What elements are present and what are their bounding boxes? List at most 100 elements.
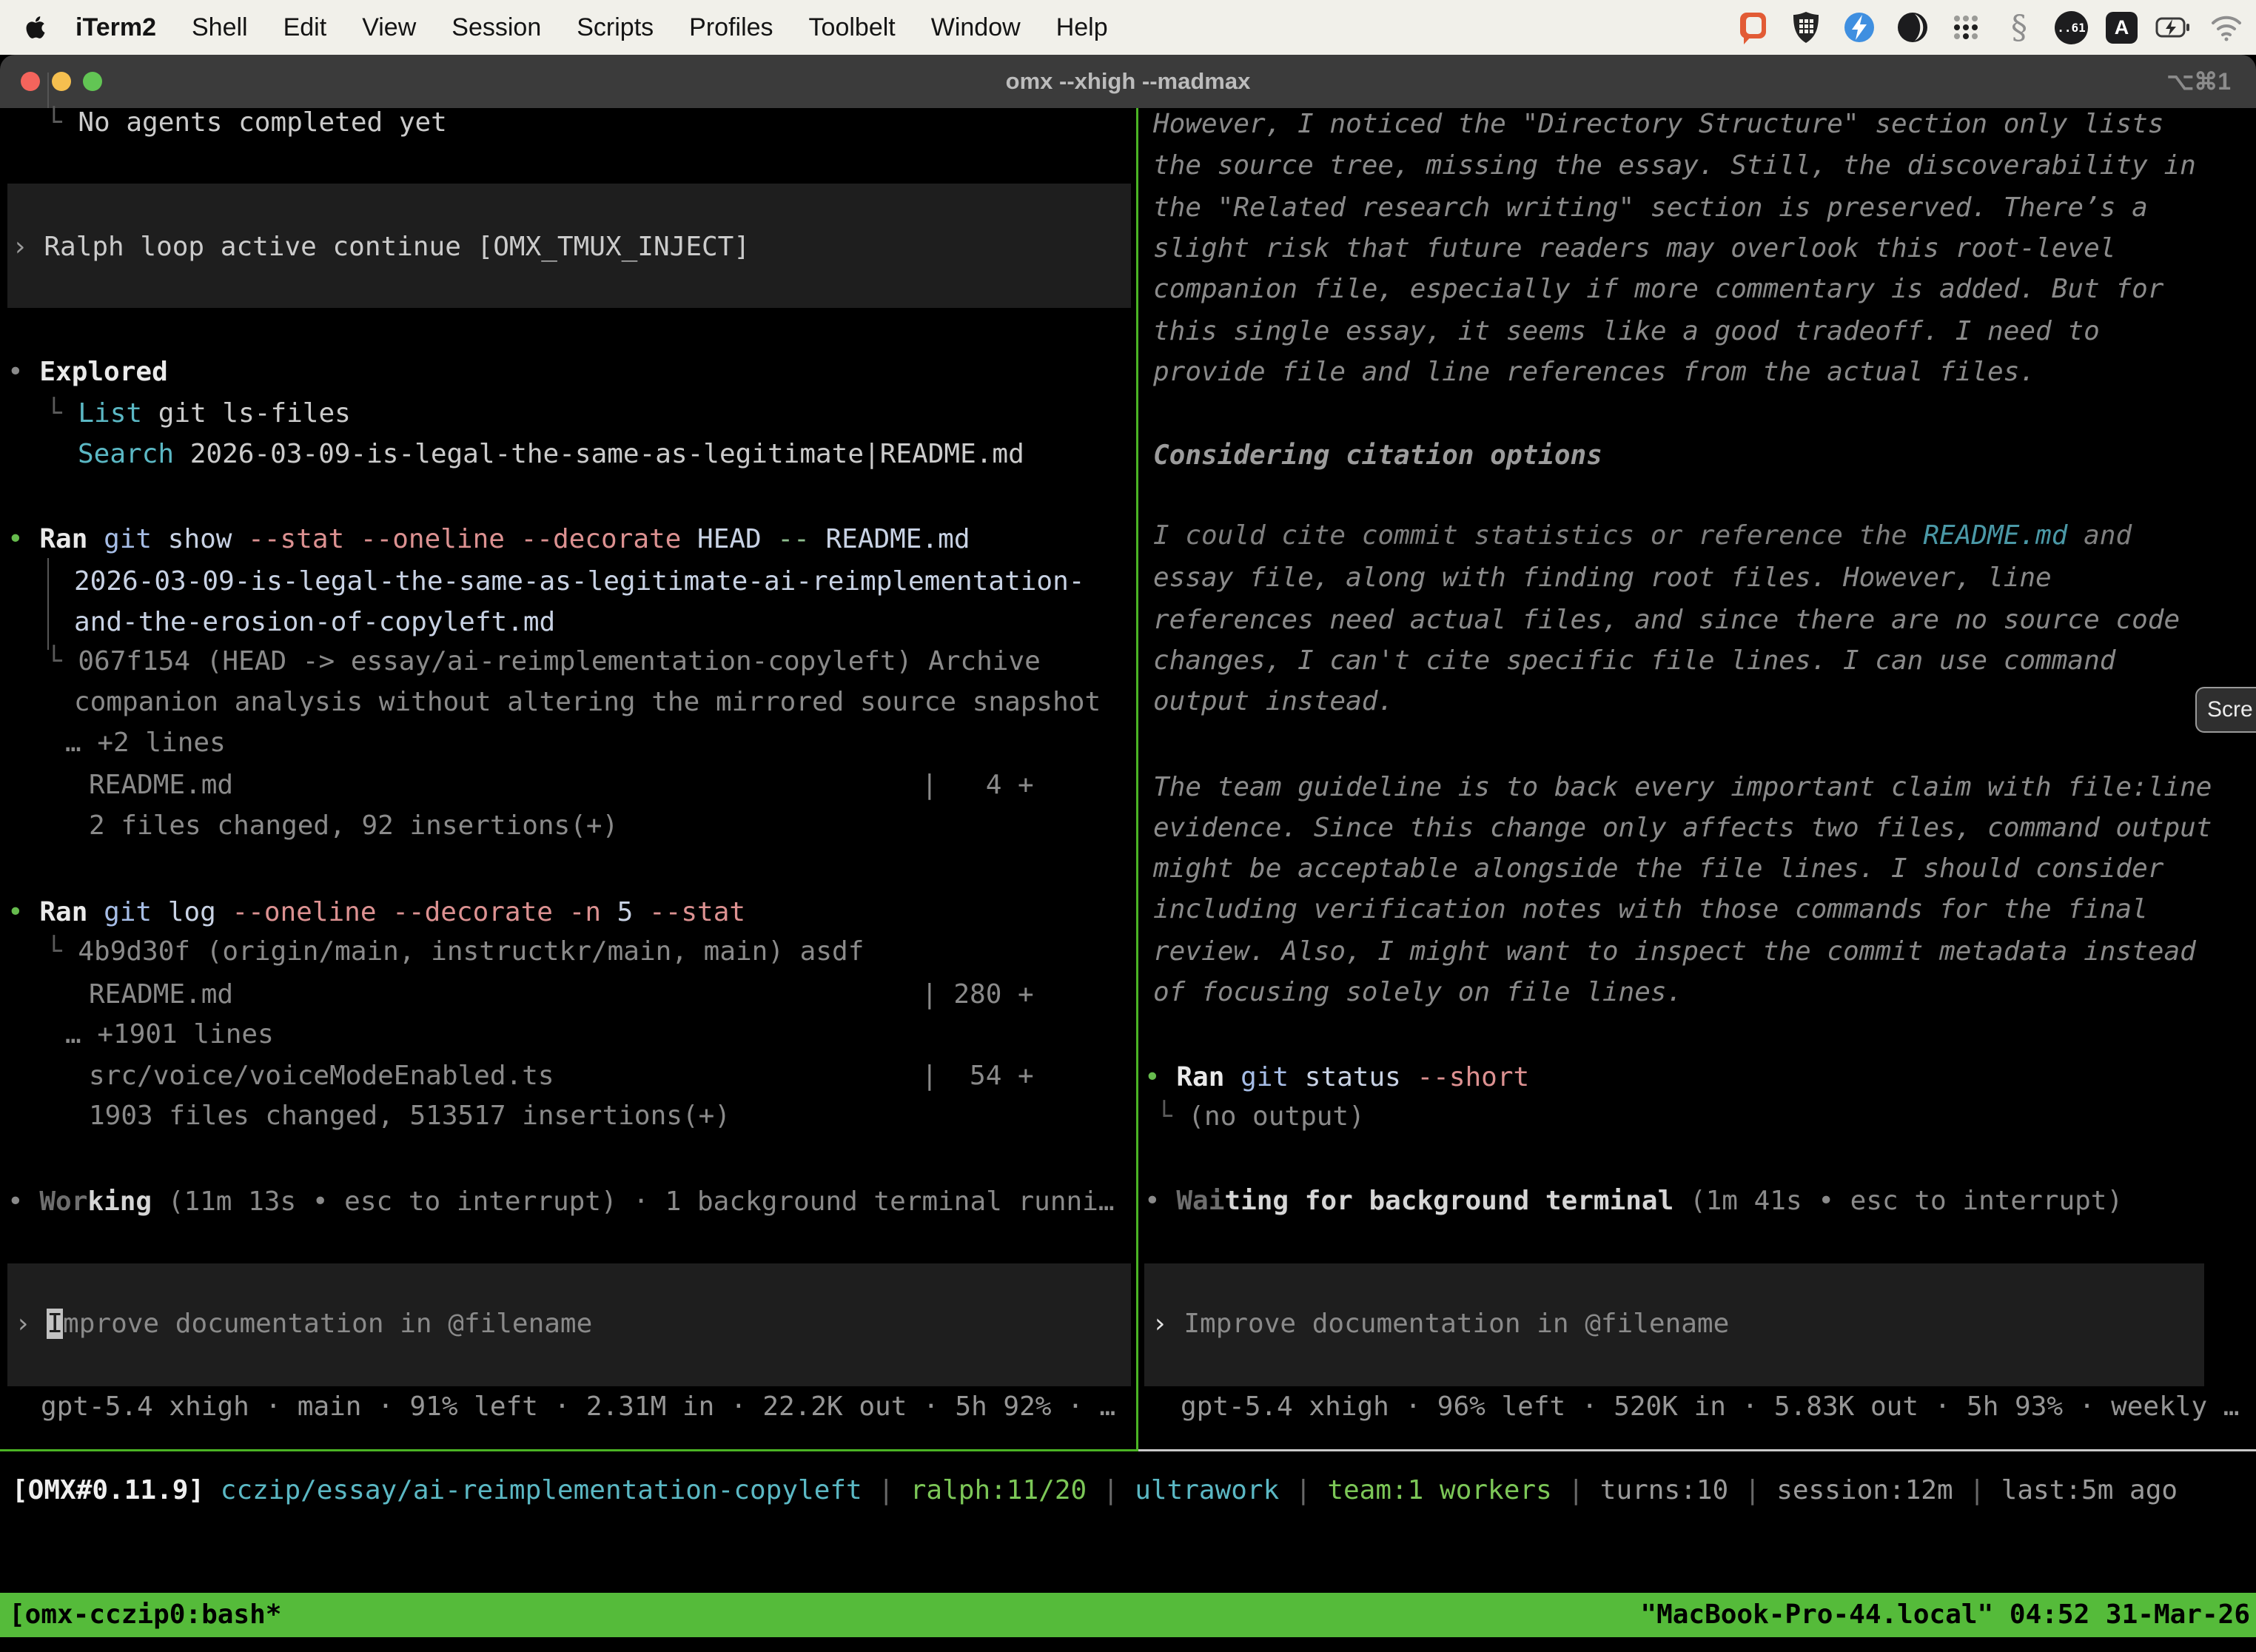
screen-overlay-tab[interactable]: Scre <box>2195 687 2256 733</box>
token: └ <box>46 936 78 967</box>
token: log <box>168 897 232 927</box>
window-title: omx --xhigh --madmax <box>0 55 2256 108</box>
token: | <box>862 1475 910 1505</box>
diffstat-count: | 54 + <box>921 1055 1034 1097</box>
menu-item-window[interactable]: Window <box>913 13 1038 42</box>
battery-icon[interactable] <box>2155 10 2191 45</box>
tmux-session-label[interactable]: [omx-cczip0:bash* <box>9 1593 281 1637</box>
thinking-paragraph-line: essay file, along with finding root file… <box>1153 557 2052 599</box>
token: -n <box>569 897 617 927</box>
thinking-paragraph-line: slight risk that future readers may over… <box>1153 227 2115 269</box>
pane-divider[interactable] <box>1136 108 1138 1451</box>
token: turns:10 <box>1600 1475 1728 1505</box>
token: (1m 41s • esc to interrupt) <box>1673 1186 2123 1216</box>
crescent-app-icon[interactable] <box>1895 10 1930 45</box>
token: • <box>7 897 39 927</box>
omx-session-status-line: [OMX#0.11.9] cczip/essay/ai-reimplementa… <box>12 1469 2178 1511</box>
menu-item-shell[interactable]: Shell <box>174 13 266 42</box>
token: › <box>15 1309 47 1339</box>
token: Explored <box>39 357 167 387</box>
token: session:12m <box>1776 1475 1953 1505</box>
thinking-paragraph-line: the source tree, missing the essay. Stil… <box>1153 144 2196 187</box>
tmux-host-clock-label: "MacBook-Pro-44.local" 04:52 31-Mar-26 <box>1640 1593 2250 1637</box>
token: --stat <box>649 897 745 927</box>
token: HEAD <box>697 524 777 554</box>
thinking-paragraph-line: this single essay, it seems like a good … <box>1153 310 2100 352</box>
menu-item-scripts[interactable]: Scripts <box>559 13 671 42</box>
token: git <box>104 897 168 927</box>
token: No agents completed yet <box>78 107 447 138</box>
thinking-paragraph-line: of focusing solely on file lines. <box>1153 971 1682 1013</box>
diffstat-file: src/voice/voiceModeEnabled.ts <box>89 1061 554 1091</box>
dots-grid-icon[interactable] <box>1948 10 1984 45</box>
menubar-status-icons: § ..61 A <box>1735 10 2256 45</box>
menubar-left: iTerm2 Shell Edit View Session Scripts P… <box>0 13 1126 42</box>
token: git ls-files <box>158 398 351 429</box>
token: | <box>1728 1475 1776 1505</box>
commit-4b9d30f-line: └ 4b9d30f (origin/main, instructkr/main,… <box>46 930 864 973</box>
token: 2026-03-09-is-legal-the-same-as-legitima… <box>190 439 1024 469</box>
diffstat-summary-1: 2 files changed, 92 insertions(+) <box>89 805 618 847</box>
right-prompt-input[interactable]: › Improve documentation in @filename <box>1152 1303 1729 1345</box>
gauge-61-icon[interactable]: ..61 <box>2055 11 2088 44</box>
diffstat-file: README.md <box>89 770 233 800</box>
thinking-paragraph-line: evidence. Since this change only affects… <box>1153 807 2212 849</box>
wifi-icon[interactable] <box>2209 10 2244 45</box>
right-pane-bottom-border <box>1138 1449 2256 1451</box>
token: | <box>1552 1475 1600 1505</box>
token: └ <box>1156 1101 1188 1132</box>
token: 5 <box>617 897 649 927</box>
bolt-badge-icon[interactable] <box>1842 10 1877 45</box>
diffstat-summary-2: 1903 files changed, 513517 insertions(+) <box>89 1095 731 1137</box>
token: team:1 workers <box>1327 1475 1551 1505</box>
git-status-command: • Ran git status --short <box>1144 1056 1529 1098</box>
token: └ <box>46 107 78 138</box>
token: --oneline <box>360 524 521 554</box>
menu-item-view[interactable]: View <box>344 13 434 42</box>
token: └ <box>46 646 78 676</box>
token: [OMX#0.11.9] <box>12 1475 221 1505</box>
token: show <box>168 524 248 554</box>
input-source-icon[interactable]: A <box>2106 12 2138 44</box>
token: • <box>1144 1062 1176 1092</box>
left-pane-bottom-border <box>0 1449 1138 1451</box>
token: git <box>1241 1062 1305 1092</box>
token: README.md <box>1923 520 2067 551</box>
token: Improve documentation in @filename <box>1184 1309 1729 1339</box>
thinking-paragraph-line: might be acceptable alongside the file l… <box>1153 847 2163 890</box>
menu-item-toolbelt[interactable]: Toolbelt <box>791 13 913 42</box>
token: last:5m ago <box>2001 1475 2178 1505</box>
token: README.md <box>825 524 970 554</box>
git-log-command: • Ran git log --oneline --decorate -n 5 … <box>7 891 745 933</box>
token: -- <box>777 524 825 554</box>
token: › <box>12 232 44 262</box>
shield-grid-icon[interactable] <box>1788 10 1824 45</box>
token: ultrawork <box>1135 1475 1279 1505</box>
window-titlebar[interactable]: omx --xhigh --madmax ⌥⌘1 <box>0 55 2256 108</box>
token: List <box>78 398 158 429</box>
menu-item-help[interactable]: Help <box>1038 13 1126 42</box>
menu-item-profiles[interactable]: Profiles <box>671 13 790 42</box>
token: I <box>47 1309 63 1339</box>
left-model-status-line: gpt-5.4 xhigh · main · 91% left · 2.31M … <box>41 1386 1115 1428</box>
apple-menu-icon[interactable] <box>25 14 47 41</box>
squiggle-icon[interactable]: § <box>2001 10 2037 45</box>
token: Search <box>78 439 190 469</box>
token: ralph:11/20 <box>910 1475 1087 1505</box>
git-show-command: • Ran git show --stat --oneline --decora… <box>7 518 970 560</box>
commit-067f154-line: └ 067f154 (HEAD -> essay/ai-reimplementa… <box>46 640 1041 682</box>
menu-item-session[interactable]: Session <box>434 13 559 42</box>
thinking-paragraph-line: provide file and line references from th… <box>1153 351 2035 393</box>
thinking-heading: Considering citation options <box>1153 434 1602 477</box>
menu-item-iterm2[interactable]: iTerm2 <box>58 13 174 42</box>
token: • <box>1144 1186 1176 1216</box>
token: and <box>2067 520 2132 551</box>
screenshot-app-icon[interactable] <box>1735 10 1770 45</box>
token: └ <box>46 398 78 429</box>
left-prompt-input[interactable]: › Improve documentation in @filename <box>15 1303 592 1345</box>
token: • <box>7 1186 39 1217</box>
token: ting for background terminal <box>1224 1186 1673 1216</box>
menu-item-edit[interactable]: Edit <box>266 13 345 42</box>
thinking-paragraph-line: changes, I can't cite specific file line… <box>1153 639 2115 682</box>
token: (11m 13s • esc to interrupt) · 1 backgro… <box>152 1186 1114 1217</box>
